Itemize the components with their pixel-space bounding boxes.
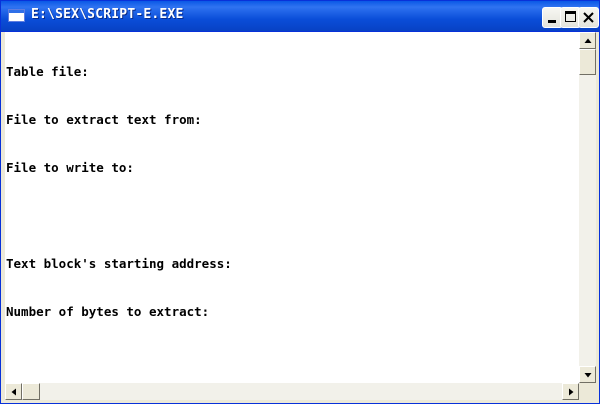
- scroll-up-button[interactable]: [579, 32, 596, 49]
- vertical-scrollbar[interactable]: [579, 32, 596, 383]
- maximize-icon: [565, 11, 576, 22]
- close-button[interactable]: [578, 7, 599, 28]
- console-app-icon[interactable]: [8, 9, 25, 22]
- horizontal-scrollbar[interactable]: [5, 383, 579, 400]
- window-title: E:\SEX\SCRIPT-E.EXE: [31, 7, 184, 22]
- console-window: E:\SEX\SCRIPT-E.EXE Table file: File to …: [0, 0, 600, 404]
- scroll-down-button[interactable]: [579, 366, 596, 383]
- close-icon: [583, 12, 594, 23]
- prompt-byte-count: Number of bytes to extract:: [6, 304, 210, 319]
- horizontal-scroll-thumb[interactable]: [22, 383, 40, 400]
- console-text: Table file: File to extract text from: F…: [6, 32, 232, 352]
- arrow-down-icon: [584, 373, 592, 378]
- arrow-up-icon: [584, 38, 592, 43]
- minimize-icon: [548, 20, 556, 23]
- prompt-start-address: Text block's starting address:: [6, 256, 232, 271]
- scrollbar-corner: [579, 383, 596, 400]
- prompt-source-file: File to extract text from:: [6, 112, 202, 127]
- scroll-left-button[interactable]: [5, 383, 22, 400]
- console-output[interactable]: Table file: File to extract text from: F…: [5, 32, 579, 383]
- title-bar[interactable]: E:\SEX\SCRIPT-E.EXE: [1, 1, 599, 32]
- arrow-right-icon: [569, 388, 574, 396]
- prompt-table-file: Table file:: [6, 64, 89, 79]
- vertical-scroll-thumb[interactable]: [579, 49, 596, 75]
- prompt-output-file: File to write to:: [6, 160, 134, 175]
- arrow-left-icon: [11, 388, 16, 396]
- scroll-right-button[interactable]: [562, 383, 579, 400]
